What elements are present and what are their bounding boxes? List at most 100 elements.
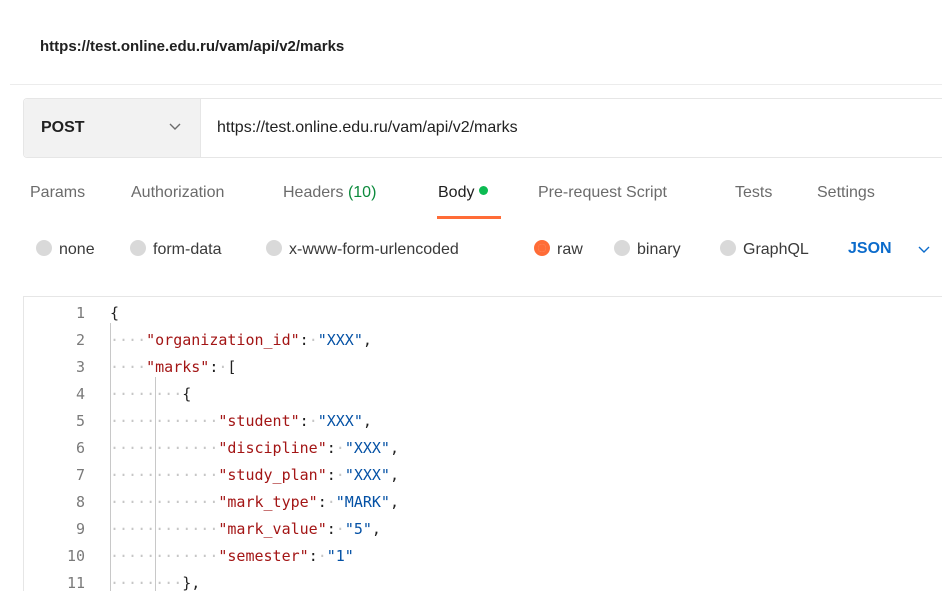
line-number: 6 — [75, 439, 85, 457]
line-number: 11 — [66, 574, 85, 591]
tab-label: Headers — [283, 184, 344, 201]
request-title[interactable]: https://test.online.edu.ru/vam/api/v2/ma… — [40, 38, 344, 55]
body-type-raw[interactable]: raw — [534, 240, 583, 259]
json-token-key: "marks" — [146, 358, 210, 376]
json-token-punc: : — [326, 520, 336, 538]
chevron-down-icon — [169, 123, 181, 130]
json-token-str: "XXX" — [317, 331, 363, 349]
chevron-down-icon[interactable] — [918, 246, 930, 254]
code-text: ········{ — [110, 381, 191, 408]
code-text: ············"study_plan":·"XXX", — [110, 462, 399, 489]
whitespace-marker: ···· — [110, 358, 147, 376]
body-type-form-data[interactable]: form-data — [130, 240, 221, 259]
json-token-punc: : — [326, 466, 336, 484]
tab-authorization[interactable]: Authorization — [131, 184, 224, 202]
whitespace-marker: ············ — [110, 520, 219, 538]
radio-icon — [36, 240, 52, 256]
json-token-punc: : — [299, 331, 309, 349]
line-number: 7 — [75, 466, 85, 484]
json-token-str: "1" — [326, 547, 354, 565]
code-line: 2 ····"organization_id":·"XXX", — [24, 327, 942, 354]
body-type-label: GraphQL — [743, 241, 809, 258]
tab-label: Body — [438, 184, 475, 201]
line-number: 5 — [75, 412, 85, 430]
method-selector[interactable]: POST — [24, 99, 201, 157]
body-type-graphql[interactable]: GraphQL — [720, 240, 809, 259]
tab-label: Authorization — [131, 184, 225, 201]
json-token-punc: : — [299, 412, 309, 430]
code-line: 6 ············"discipline":·"XXX", — [24, 435, 942, 462]
body-type-none[interactable]: none — [36, 240, 95, 259]
whitespace-marker: ············ — [110, 439, 219, 457]
tab-settings[interactable]: Settings — [817, 184, 875, 202]
json-token-ws: · — [308, 331, 318, 349]
json-token-punc: , — [362, 331, 372, 349]
body-type-binary[interactable]: binary — [614, 240, 681, 259]
json-token-punc: , — [362, 412, 372, 430]
code-editor[interactable]: 1{2 ····"organization_id":·"XXX", 3 ····"ma… — [23, 296, 942, 591]
whitespace-marker: ············ — [110, 547, 219, 565]
request-title-bar: https://test.online.edu.ru/vam/api/v2/ma… — [10, 0, 942, 85]
json-token-ws: · — [335, 466, 345, 484]
line-number: 9 — [75, 520, 85, 538]
json-token-key: "semester" — [218, 547, 309, 565]
code-line: 10 ············"semester":·"1" — [24, 543, 942, 570]
json-token-punc: { — [182, 385, 192, 403]
code-line: 7 ············"study_plan":·"XXX", — [24, 462, 942, 489]
json-token-punc: , — [389, 439, 399, 457]
json-token-key: "mark_type" — [218, 493, 318, 511]
tab-body[interactable]: Body — [438, 184, 489, 202]
code-text: ············"mark_value":·"5", — [110, 516, 381, 543]
radio-icon — [614, 240, 630, 256]
whitespace-marker: ········ — [110, 574, 183, 591]
json-token-str: "MARK" — [335, 493, 390, 511]
line-number: 2 — [75, 331, 85, 349]
whitespace-marker: ···· — [110, 331, 147, 349]
body-type-label: x-www-form-urlencoded — [289, 241, 459, 258]
url-input[interactable]: https://test.online.edu.ru/vam/api/v2/ma… — [217, 119, 518, 137]
json-token-ws: · — [335, 520, 345, 538]
tab-headers[interactable]: Headers (10) — [283, 184, 376, 202]
body-type-label: form-data — [153, 241, 222, 258]
code-text: ····"marks":·[ — [110, 354, 236, 381]
tab-label: Settings — [817, 184, 875, 201]
json-token-key: "discipline" — [218, 439, 327, 457]
code-line: 4 ········{ — [24, 381, 942, 408]
json-token-key: "organization_id" — [146, 331, 300, 349]
json-token-punc: { — [110, 304, 120, 322]
line-number: 3 — [75, 358, 85, 376]
json-token-ws: · — [317, 547, 327, 565]
code-line: 9 ············"mark_value":·"5", — [24, 516, 942, 543]
json-token-punc: , — [389, 493, 399, 511]
request-bar: POST https://test.online.edu.ru/vam/api/… — [23, 98, 942, 158]
body-type-label: raw — [557, 241, 583, 258]
whitespace-marker: ········ — [110, 385, 183, 403]
whitespace-marker: ············ — [110, 412, 219, 430]
active-tab-indicator — [437, 216, 501, 219]
json-token-ws: · — [335, 439, 345, 457]
method-label: POST — [41, 119, 85, 136]
body-type-selector: none form-data x-www-form-urlencoded raw… — [0, 236, 942, 266]
json-token-str: "XXX" — [317, 412, 363, 430]
json-token-punc: : — [326, 439, 336, 457]
code-text: ····"organization_id":·"XXX", — [110, 327, 372, 354]
json-token-punc: : — [317, 493, 327, 511]
radio-icon — [720, 240, 736, 256]
line-number: 10 — [66, 547, 85, 565]
code-line: 3 ····"marks":·[ — [24, 354, 942, 381]
radio-icon — [266, 240, 282, 256]
tab-label: Tests — [735, 184, 773, 201]
code-line: 11 ········}, — [24, 570, 942, 591]
tab-params[interactable]: Params — [30, 184, 85, 202]
tab-pre-request-script[interactable]: Pre-request Script — [538, 184, 667, 202]
json-token-punc: , — [371, 520, 381, 538]
json-token-ws: · — [326, 493, 336, 511]
json-token-key: "student" — [218, 412, 300, 430]
language-dropdown[interactable]: JSON — [848, 240, 892, 258]
body-type-x-www-form-urlencoded[interactable]: x-www-form-urlencoded — [266, 240, 459, 259]
request-tabs: Params Authorization Headers (10) Body P… — [0, 180, 942, 220]
code-text: ············"semester":·"1" — [110, 543, 354, 570]
tab-tests[interactable]: Tests — [735, 184, 772, 202]
json-token-punc: : — [308, 547, 318, 565]
json-token-ws: · — [308, 412, 318, 430]
